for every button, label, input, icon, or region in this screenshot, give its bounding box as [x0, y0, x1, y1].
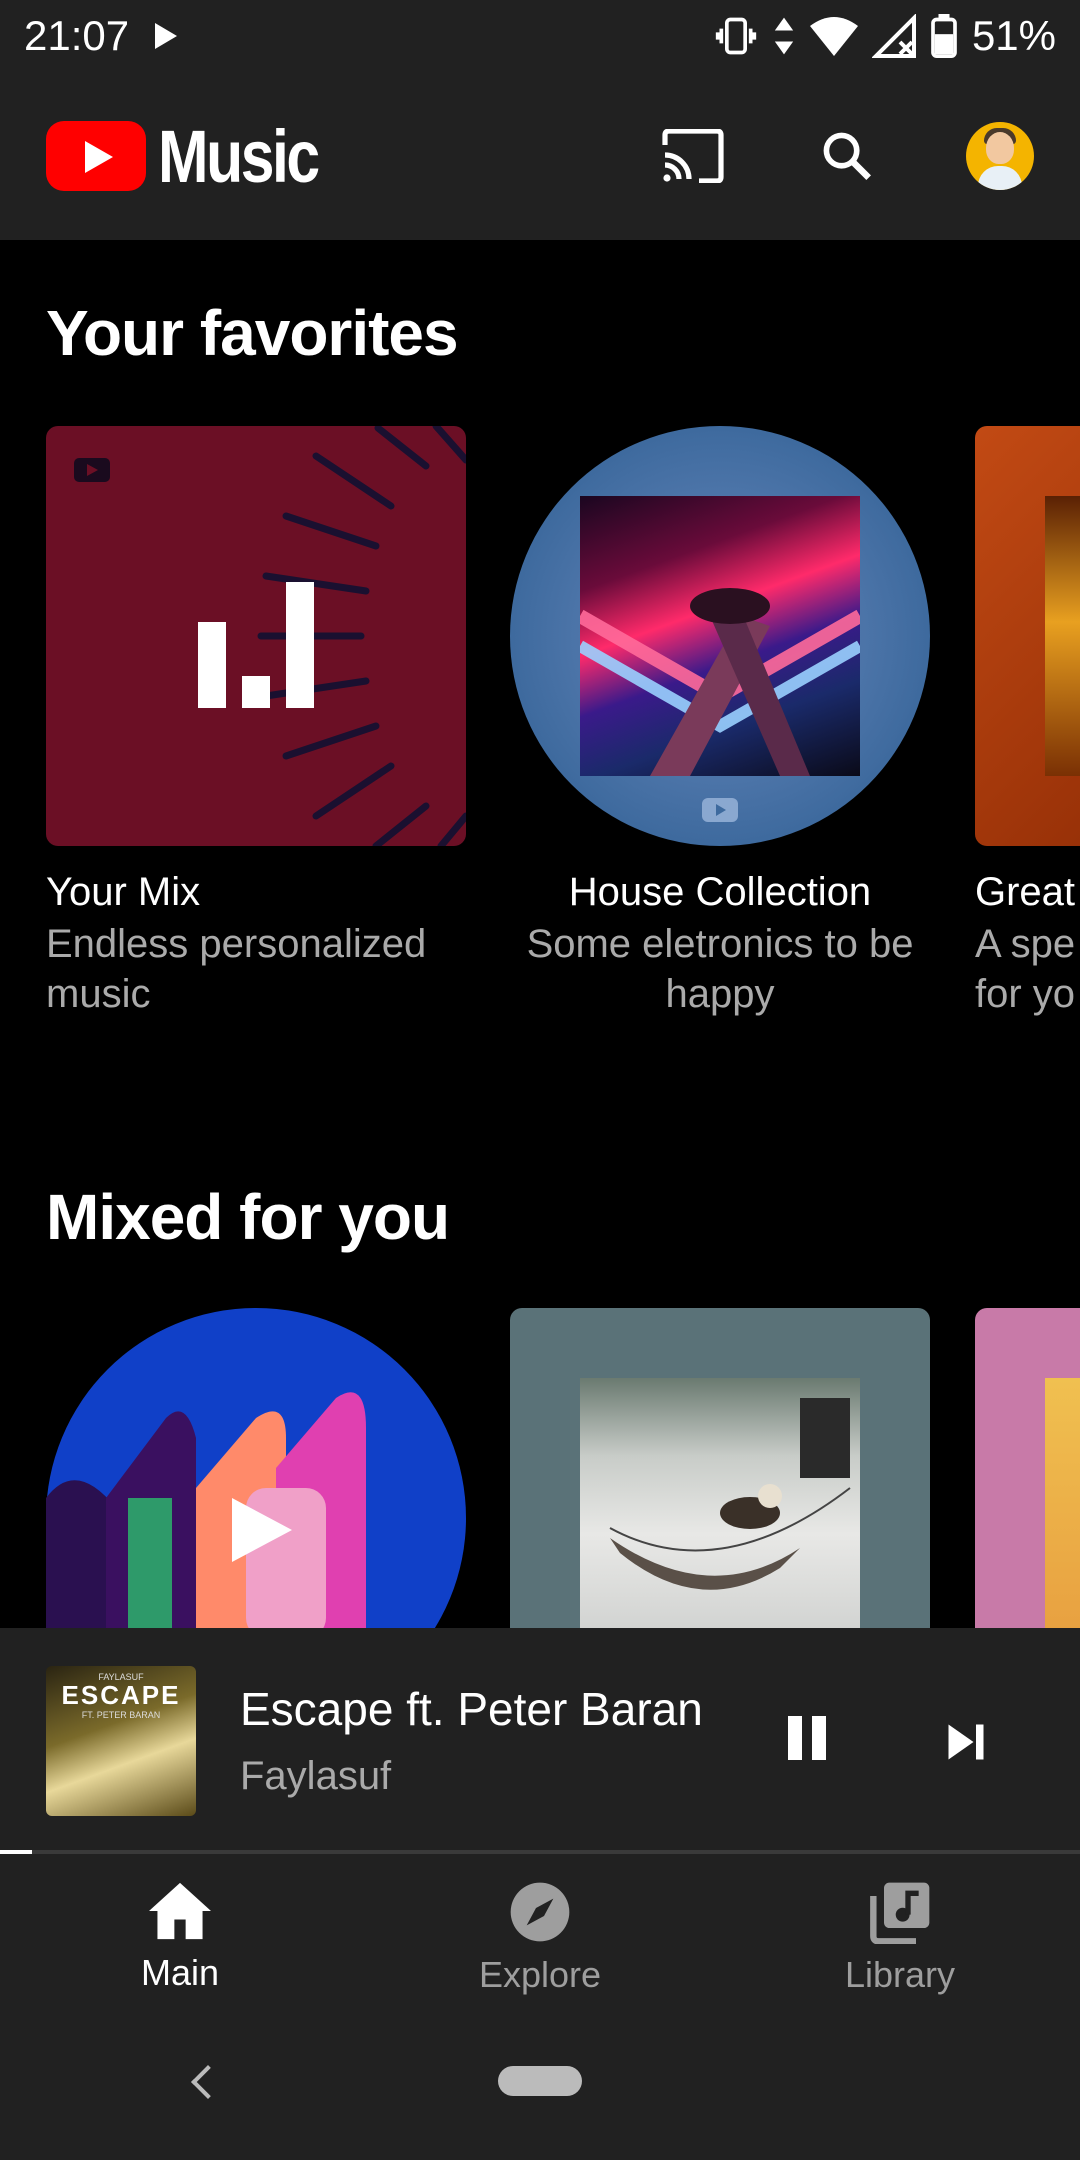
now-playing-artist: Faylasuf	[240, 1754, 392, 1798]
bottom-navigation: Main Explore Library	[0, 1854, 1080, 2024]
thumb-sub-text: FT. PETER BARAN	[81, 1710, 161, 1720]
logo-text: Music	[158, 114, 320, 198]
card-title: Great	[975, 870, 1076, 914]
card-subtitle: Endless personalized music	[46, 922, 427, 1016]
vibrate-icon	[715, 17, 757, 55]
battery-icon	[931, 14, 957, 58]
skip-next-button[interactable]	[936, 1712, 996, 1772]
youtube-small-icon	[702, 798, 738, 822]
nav-label: Main	[140, 1952, 220, 1993]
data-arrows-icon	[774, 17, 794, 55]
home-icon	[149, 1882, 211, 1940]
your-mix-equalizer-icon	[74, 426, 466, 846]
nav-label: Explore	[478, 1954, 602, 1995]
card-house-collection[interactable]: House Collection Some eletronics to be h…	[510, 426, 930, 1019]
search-icon	[823, 132, 871, 180]
pause-button[interactable]	[780, 1708, 836, 1772]
nav-label: Library	[844, 1954, 956, 1995]
cast-icon	[662, 129, 724, 183]
card-title: Your Mix	[46, 870, 201, 914]
youtube-play-logo-icon	[46, 121, 146, 191]
thumb-title: ESCAPE	[61, 1680, 181, 1710]
back-icon[interactable]	[191, 2065, 225, 2099]
nav-main[interactable]: Main	[0, 1854, 360, 2024]
skip-next-icon	[948, 1724, 984, 1760]
nav-library[interactable]: Library	[720, 1854, 1080, 2024]
home-gesture-pill[interactable]	[498, 2066, 582, 2096]
house-collection-cover	[580, 496, 860, 776]
card-title: House Collection	[568, 870, 872, 914]
card-partial-2[interactable]	[975, 1308, 1080, 1628]
partial-card-art	[975, 426, 1080, 846]
search-button[interactable]	[812, 121, 882, 191]
avatar[interactable]	[966, 122, 1034, 190]
card-mix-thumbs[interactable]	[46, 1308, 466, 1628]
play-icon	[155, 23, 178, 49]
wifi-icon	[809, 17, 858, 56]
card-subtitle: Some eletronics to be happy	[526, 922, 914, 1016]
card-your-mix[interactable]: Your Mix Endless personalized music	[46, 426, 466, 1019]
status-time: 21:07	[24, 12, 130, 59]
compass-icon	[510, 1882, 570, 1942]
section-title-mixed-for-you: Mixed for you	[46, 1181, 450, 1253]
youtube-music-logo: Music	[46, 114, 353, 199]
now-playing-title: Escape ft. Peter Baran	[240, 1683, 703, 1735]
status-bar: 21:07 51%	[0, 0, 1080, 72]
mix-thumbs-art	[46, 1308, 466, 1628]
chill-cover-art	[580, 1378, 860, 1628]
cast-button[interactable]	[658, 121, 728, 191]
mini-player[interactable]: FAYLASUF ESCAPE FT. PETER BARAN Escape f…	[0, 1628, 1080, 1852]
card-chill[interactable]	[510, 1308, 930, 1628]
battery-percent: 51%	[971, 12, 1056, 59]
house-collection-art	[510, 426, 930, 846]
your-mix-art	[46, 426, 466, 846]
nav-explore[interactable]: Explore	[360, 1854, 720, 2024]
app-bar: Music	[0, 72, 1080, 240]
now-playing-thumbnail: FAYLASUF ESCAPE FT. PETER BARAN	[46, 1666, 196, 1816]
card-subtitle: A spe for yo	[975, 922, 1076, 1016]
system-navigation-bar	[0, 2024, 1080, 2160]
card-partial[interactable]: Great A spe for yo	[975, 426, 1080, 1019]
library-icon	[870, 1882, 930, 1944]
signal-icon	[871, 14, 916, 58]
section-title-your-favorites: Your favorites	[46, 297, 459, 369]
